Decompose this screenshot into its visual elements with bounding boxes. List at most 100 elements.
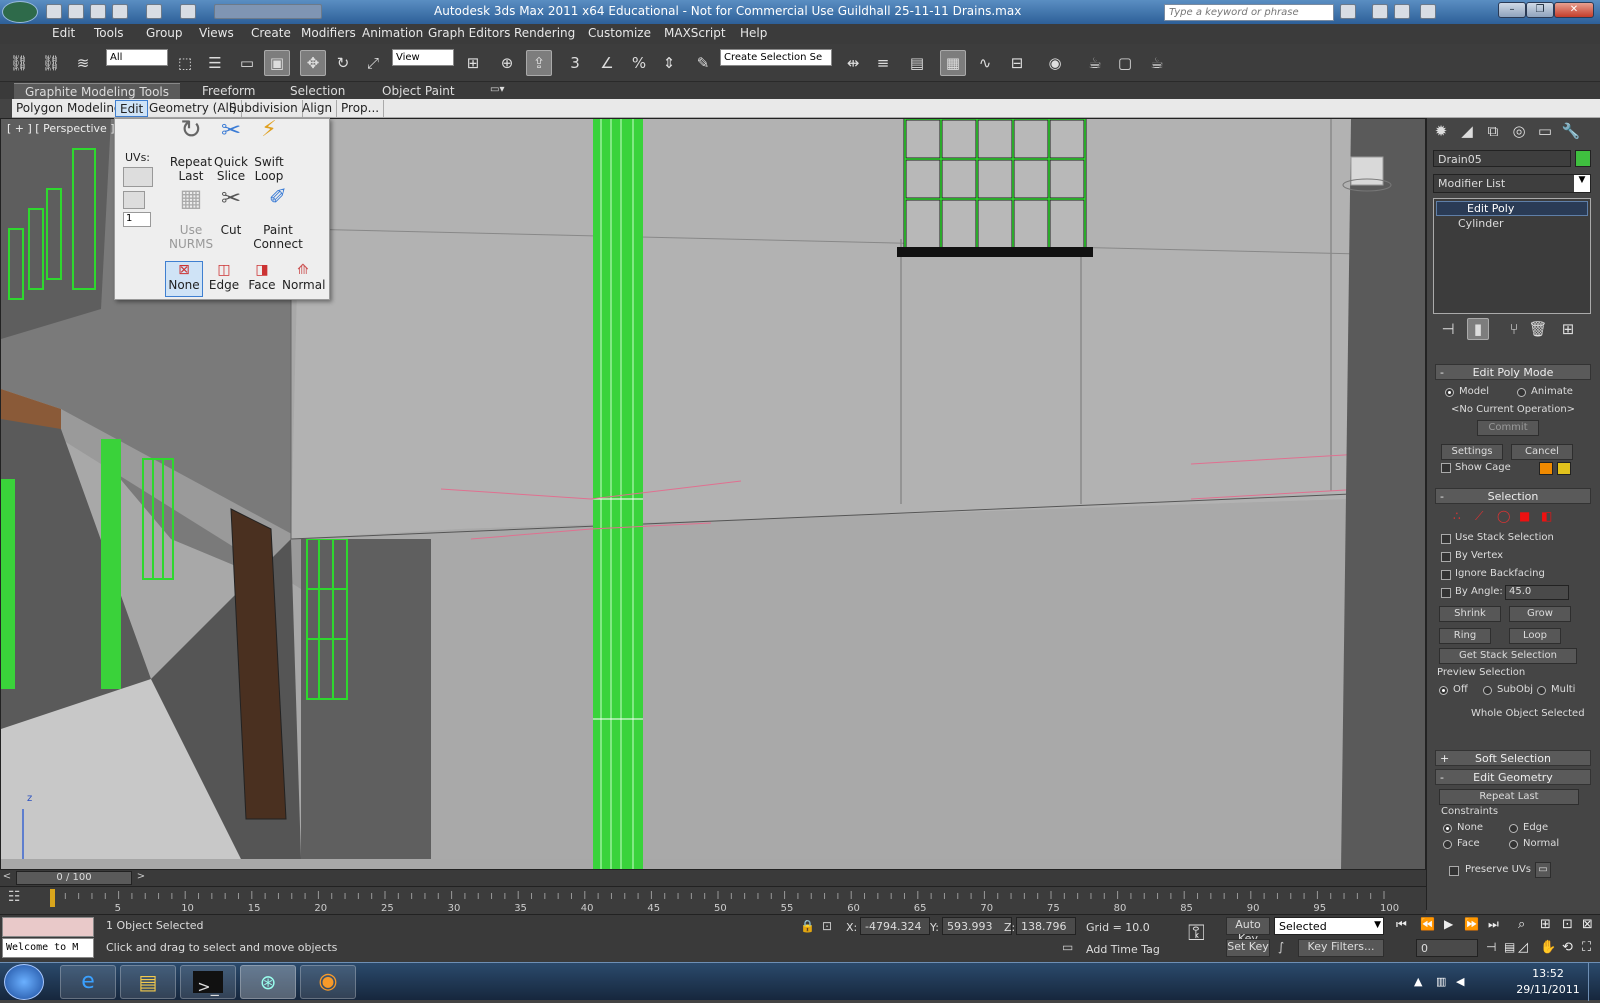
panel-polygon-modeling[interactable]: Polygon Modeling — [12, 100, 127, 117]
utilities-tab-icon[interactable]: 🔧 — [1561, 122, 1581, 142]
clock-date[interactable]: 29/11/2011 — [1514, 983, 1582, 996]
menu-edit[interactable]: Edit — [52, 26, 75, 40]
menu-maxscript[interactable]: MAXScript — [664, 26, 726, 40]
key-filters-button[interactable]: Key Filters... — [1298, 939, 1384, 957]
selection-lock-icon[interactable]: 🔒 — [800, 919, 815, 933]
set-key-button[interactable]: Set Key — [1226, 939, 1270, 957]
file-explorer-icon[interactable]: ▤ — [120, 965, 176, 999]
maxscript-listener[interactable]: Welcome to M — [2, 938, 94, 958]
absolute-mode-icon[interactable]: ⊡ — [822, 919, 832, 933]
material-editor-icon[interactable]: ◉ — [1042, 50, 1068, 76]
go-to-start-icon[interactable]: ⏮ — [1396, 917, 1407, 932]
uv-channel-spinner[interactable]: 1 — [123, 212, 151, 227]
unlink-icon[interactable]: ⛓ — [38, 50, 64, 76]
search-input[interactable]: Type a keyword or phrase — [1164, 4, 1334, 21]
trackbar[interactable]: ☷ 5 10 15 20 25 30 35 40 45 50 55 60 65 70 75 80 85 90 95 1… — [0, 886, 1426, 914]
create-tab-icon[interactable]: ✹ — [1431, 122, 1451, 142]
menu-modifiers[interactable]: Modifiers — [301, 26, 356, 40]
hierarchy-tab-icon[interactable]: ⧉ — [1483, 122, 1503, 142]
vertex-mode-icon[interactable]: ∴ — [1453, 509, 1461, 523]
show-end-result-icon[interactable]: ▮ — [1467, 318, 1489, 340]
spinner-snap-icon[interactable]: ⇕ — [656, 50, 682, 76]
pin-stack-icon[interactable]: ⊣ — [1437, 318, 1459, 340]
menu-views[interactable]: Views — [199, 26, 234, 40]
element-mode-icon[interactable]: ◧ — [1541, 509, 1552, 523]
preview-off-radio[interactable] — [1439, 686, 1448, 695]
app-menu-button[interactable] — [2, 1, 38, 23]
modify-tab-icon[interactable]: ◢ — [1457, 122, 1477, 142]
layer-manager-icon[interactable]: ▤ — [904, 50, 930, 76]
stack-item-edit-poly[interactable]: Edit Poly — [1436, 201, 1588, 216]
tray-arrow-icon[interactable]: ▲ — [1414, 975, 1422, 988]
show-desktop-button[interactable] — [1588, 963, 1600, 1001]
render-setup-icon[interactable]: ☕ — [1082, 50, 1108, 76]
by-vertex-checkbox[interactable] — [1441, 552, 1451, 562]
current-frame-field[interactable]: 0 — [1416, 939, 1478, 957]
time-slider-next-icon[interactable]: > — [134, 871, 148, 885]
window-crossing-icon[interactable]: ▣ — [264, 50, 290, 76]
close-button[interactable]: ✕ — [1554, 2, 1594, 18]
animate-radio[interactable] — [1517, 388, 1526, 397]
constraint-face-radio[interactable] — [1443, 840, 1452, 849]
menu-tools[interactable]: Tools — [94, 26, 124, 40]
zoom-icon[interactable]: ⌕ — [1518, 917, 1525, 932]
geometry-repeat-last-button[interactable]: Repeat Last — [1439, 789, 1579, 805]
go-to-end-icon[interactable]: ⏭ — [1488, 917, 1499, 932]
object-name-field[interactable]: Drain05 — [1433, 150, 1571, 167]
help-icon[interactable] — [1420, 4, 1436, 19]
use-nurms-button[interactable]: ▦ Use NURMS — [169, 186, 213, 251]
constraint-face-button[interactable]: ◨ Face — [243, 261, 281, 297]
tray-network-icon[interactable]: ▥ — [1436, 975, 1446, 988]
field-of-view-icon[interactable]: ◿ — [1518, 940, 1528, 955]
percent-snap-icon[interactable]: % — [626, 50, 652, 76]
curve-editor-icon[interactable]: ∿ — [972, 50, 998, 76]
constraint-none-button[interactable]: ⊠ None — [165, 261, 203, 297]
panel-align[interactable]: Align — [298, 100, 338, 117]
next-frame-icon[interactable]: ⏩ — [1464, 917, 1479, 931]
uv-edit-icon[interactable] — [123, 191, 145, 209]
snaps-toggle-icon[interactable]: 3 — [562, 50, 588, 76]
selection-rollout[interactable]: - Selection — [1435, 488, 1591, 504]
previous-frame-icon[interactable]: ⏪ — [1420, 917, 1435, 931]
open-file-icon[interactable] — [68, 4, 84, 19]
edit-poly-mode-rollout[interactable]: - Edit Poly Mode — [1435, 364, 1591, 380]
edit-named-selection-icon[interactable]: ✎ — [690, 50, 716, 76]
model-radio[interactable] — [1445, 388, 1454, 397]
quick-slice-button[interactable]: ✂ Quick Slice — [211, 118, 251, 183]
start-button[interactable] — [4, 964, 44, 1000]
use-stack-selection-checkbox[interactable] — [1441, 534, 1451, 544]
minimize-button[interactable]: – — [1498, 2, 1526, 18]
time-tag-icon[interactable]: ▭ — [1062, 940, 1073, 954]
tab-selection[interactable]: Selection — [284, 83, 351, 99]
select-by-name-icon[interactable]: ☰ — [202, 50, 228, 76]
default-tangents-icon[interactable]: ∫ — [1278, 940, 1284, 954]
preview-subobj-radio[interactable] — [1483, 686, 1492, 695]
firefox-icon[interactable]: ◉ — [300, 965, 356, 999]
settings-button[interactable]: Settings — [1441, 444, 1503, 460]
swift-loop-button[interactable]: ⚡ Swift Loop — [249, 119, 289, 184]
panel-properties[interactable]: Prop... — [337, 100, 385, 117]
show-cage-checkbox[interactable] — [1441, 463, 1451, 473]
restore-button[interactable]: ❐ — [1526, 2, 1554, 18]
redo-icon[interactable] — [146, 4, 162, 19]
menu-rendering[interactable]: Rendering — [514, 26, 575, 40]
polygon-mode-icon[interactable]: ■ — [1519, 509, 1530, 523]
select-and-scale-icon[interactable]: ⤢ — [360, 50, 386, 76]
shrink-button[interactable]: Shrink — [1439, 606, 1501, 622]
edit-geometry-rollout[interactable]: - Edit Geometry — [1435, 769, 1591, 785]
render-production-icon[interactable]: ☕ — [1144, 50, 1170, 76]
bind-space-warp-icon[interactable]: ≋ — [70, 50, 96, 76]
cancel-button[interactable]: Cancel — [1511, 444, 1573, 460]
ribbon-options-icon[interactable]: ▭▾ — [484, 83, 510, 99]
grow-button[interactable]: Grow — [1509, 606, 1571, 622]
preserve-uvs-checkbox[interactable] — [1449, 866, 1459, 876]
panel-subdivision[interactable]: Subdivision — [225, 100, 303, 117]
tab-freeform[interactable]: Freeform — [196, 83, 261, 99]
undo-icon[interactable] — [112, 4, 128, 19]
menu-animation[interactable]: Animation — [362, 26, 423, 40]
cage-color-swatch[interactable] — [1539, 462, 1553, 475]
link-icon[interactable]: ⛓ — [6, 50, 32, 76]
y-coordinate-field[interactable]: 593.993 — [942, 917, 1012, 935]
configure-sets-icon[interactable]: ⊞ — [1557, 318, 1579, 340]
play-icon[interactable]: ▶ — [1444, 917, 1453, 931]
